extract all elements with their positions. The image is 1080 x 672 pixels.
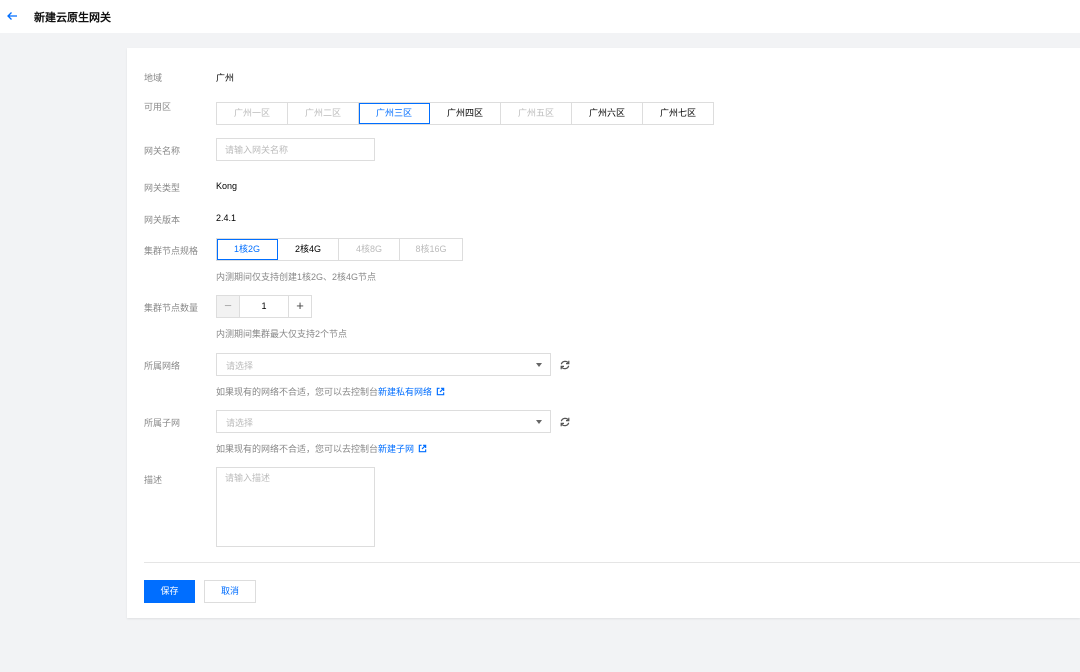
node-spec-label: 集群节点规格 [144,246,199,256]
gateway-name-label: 网关名称 [144,146,181,156]
zone-option-2[interactable]: 广州二区 [288,103,359,124]
zone-selector: 广州一区 广州二区 广州三区 广州四区 广州五区 广州六区 广州七区 [216,102,714,125]
node-count-label: 集群节点数量 [144,303,199,313]
node-spec-option-8c16g[interactable]: 8核16G [400,239,462,260]
description-textarea[interactable] [216,467,375,547]
subnet-select[interactable]: 请选择 [216,410,551,433]
network-hint-text: 如果现有的网络不合适，您可以去控制台 [216,387,379,397]
form-card: 地域 广州 可用区 广州一区 广州二区 广州三区 广州四区 广州五区 广州六区 … [127,48,1080,618]
create-vpc-link[interactable]: 新建私有网络 [378,387,432,397]
network-hint: 如果现有的网络不合适，您可以去控制台新建私有网络 [216,385,445,398]
gateway-version-label: 网关版本 [144,215,181,225]
create-subnet-link[interactable]: 新建子网 [378,444,414,454]
page-title: 新建云原生网关 [34,12,111,24]
node-count-stepper: − 1 + [216,295,312,318]
footer-divider [144,562,1080,563]
gateway-type-label: 网关类型 [144,183,181,193]
back-arrow-icon[interactable] [6,10,18,22]
zone-option-6[interactable]: 广州六区 [572,103,643,124]
external-link-icon[interactable] [418,444,427,453]
cancel-button[interactable]: 取消 [204,580,256,603]
zone-option-3[interactable]: 广州三区 [359,103,430,124]
subnet-hint-text: 如果现有的网络不合适，您可以去控制台 [216,444,379,454]
save-button[interactable]: 保存 [144,580,195,603]
network-label: 所属网络 [144,361,181,371]
node-spec-option-2c4g[interactable]: 2核4G [278,239,339,260]
description-label: 描述 [144,475,163,485]
refresh-icon[interactable] [559,416,571,428]
node-count-hint: 内测期间集群最大仅支持2个节点 [216,329,348,339]
node-spec-option-4c8g[interactable]: 4核8G [339,239,400,260]
chevron-down-icon [536,420,542,424]
gateway-type-value: Kong [216,181,238,191]
zone-label: 可用区 [144,102,172,112]
chevron-down-icon [536,363,542,367]
network-select[interactable]: 请选择 [216,353,551,376]
external-link-icon[interactable] [436,387,445,396]
increment-button[interactable]: + [288,296,311,317]
region-value: 广州 [216,73,235,83]
decrement-button[interactable]: − [217,296,240,317]
node-spec-hint: 内测期间仅支持创建1核2G、2核4G节点 [216,272,377,282]
node-spec-option-1c2g[interactable]: 1核2G [217,239,278,260]
zone-option-5[interactable]: 广州五区 [501,103,572,124]
zone-option-7[interactable]: 广州七区 [643,103,713,124]
region-label: 地域 [144,73,163,83]
node-count-value[interactable]: 1 [240,296,288,317]
refresh-icon[interactable] [559,359,571,371]
gateway-version-value: 2.4.1 [216,213,237,223]
zone-option-1[interactable]: 广州一区 [217,103,288,124]
zone-option-4[interactable]: 广州四区 [430,103,501,124]
node-spec-selector: 1核2G 2核4G 4核8G 8核16G [216,238,463,261]
page-header: 新建云原生网关 [0,0,1080,33]
network-select-placeholder: 请选择 [226,361,254,371]
subnet-select-placeholder: 请选择 [226,418,254,428]
subnet-hint: 如果现有的网络不合适，您可以去控制台新建子网 [216,442,427,455]
gateway-name-input[interactable] [216,138,375,161]
subnet-label: 所属子网 [144,418,181,428]
